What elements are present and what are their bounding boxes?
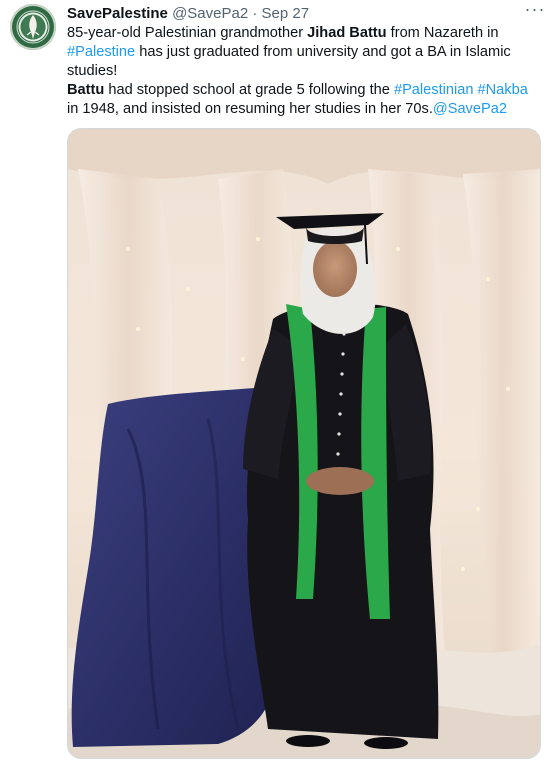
person-surname: Battu [67, 82, 105, 98]
tweet-text: 85-year-old Palestinian grandmother Jiha… [67, 24, 537, 119]
author-handle[interactable]: @SavePa2 [172, 5, 248, 22]
text-span: in 1948, and insisted on resuming her st… [67, 101, 433, 117]
tweet-paragraph-2: Battu had stopped school at grade 5 foll… [67, 81, 537, 119]
text-span: had stopped school at grade 5 following … [104, 82, 394, 98]
tweet-paragraph-1: 85-year-old Palestinian grandmother Jiha… [67, 24, 537, 81]
tweet-date[interactable]: Sep 27 [262, 5, 310, 22]
hashtag-palestine[interactable]: #Palestine [67, 44, 135, 60]
hashtag-nakba[interactable]: #Nakba [478, 82, 528, 98]
hashtag-palestinian[interactable]: #Palestinian [394, 82, 474, 98]
text-span: 85-year-old Palestinian grandmother [67, 25, 308, 41]
author-name[interactable]: SavePalestine [67, 5, 168, 22]
avatar[interactable] [10, 4, 56, 50]
palestine-emblem-icon [16, 10, 50, 44]
person-name: Jihad Battu [307, 25, 387, 41]
separator-dot: · [252, 5, 258, 22]
text-span: from Nazareth in [386, 25, 499, 41]
mention-link[interactable]: @SavePa2 [433, 101, 507, 117]
more-horizontal-icon[interactable]: ··· [524, 0, 546, 22]
tweet-header: SavePalestine @SavePa2 · Sep 27 [67, 4, 309, 24]
graduation-photo [68, 129, 540, 758]
tweet-media-photo[interactable] [67, 128, 541, 759]
tweet-card[interactable]: SavePalestine @SavePa2 · Sep 27 ··· 85-y… [0, 0, 556, 771]
